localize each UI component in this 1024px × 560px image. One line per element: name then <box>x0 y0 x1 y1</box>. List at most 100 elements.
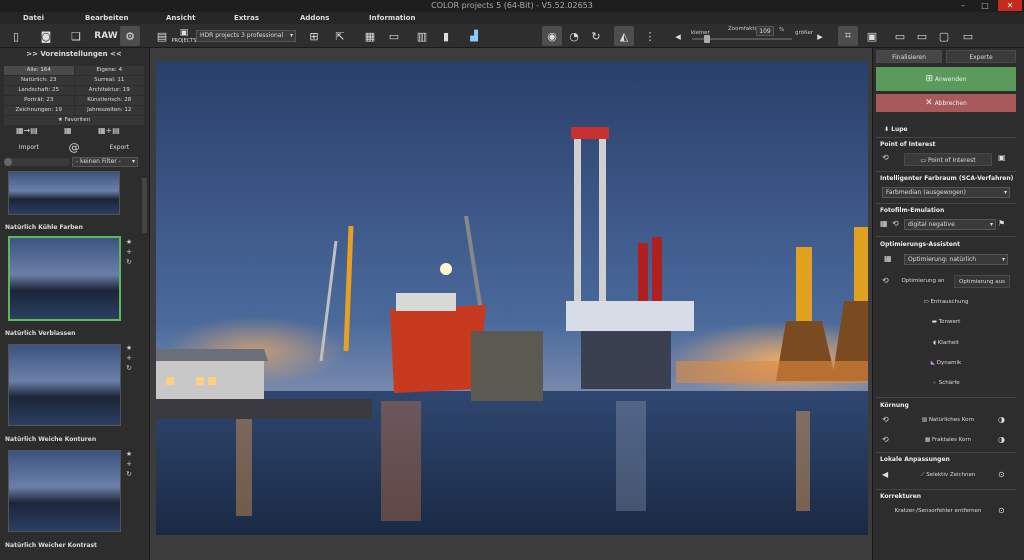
histogram-icon[interactable]: ▟ <box>464 26 484 46</box>
poi-settings-icon[interactable]: ▣ <box>998 153 1006 162</box>
minimize-button[interactable]: – <box>956 0 970 11</box>
filter-dropdown[interactable]: - keinen Filter - ▾ <box>72 157 138 167</box>
film-grid-icon[interactable]: ▦ <box>880 219 888 228</box>
film-toggle-icon[interactable]: ⟲ <box>892 219 899 228</box>
tool-klarheit[interactable]: ◖ Klarheit <box>882 337 1010 350</box>
preset-dropdown[interactable]: HDR projects 3 professional ▾ <box>196 30 296 42</box>
menu-information[interactable]: Information <box>369 12 415 24</box>
tag-surreal[interactable]: Surreal: 11 <box>74 76 144 85</box>
manage-preset-icon[interactable]: ▦ <box>64 126 72 135</box>
apply-button[interactable]: ⊞ Anwenden <box>876 67 1016 91</box>
favorite-star-icon[interactable]: ★ <box>126 344 132 352</box>
tool-schaerfe[interactable]: ⁘ Schärfe <box>882 377 1010 390</box>
menu-addons[interactable]: Addons <box>300 12 329 24</box>
info-icon[interactable]: ▢ <box>934 26 954 46</box>
grain-natural[interactable]: ▨ Natürliches Korn <box>904 414 992 427</box>
tab-experte[interactable]: Experte <box>946 50 1016 63</box>
compare-icon[interactable]: ◭ <box>614 26 634 46</box>
preset-thumb-1[interactable] <box>8 236 121 321</box>
presets-title[interactable]: >> Voreinstellungen << <box>0 50 148 58</box>
preset-search-slider-knob[interactable] <box>4 158 12 166</box>
split-view-icon[interactable]: ⋮ <box>640 26 660 46</box>
opt-off-button[interactable]: Optimierung aus <box>954 275 1010 288</box>
display-icon[interactable]: ▥ <box>412 26 432 46</box>
zoom-in-icon[interactable]: ▸ <box>810 26 830 46</box>
projects-button[interactable]: ▣ PROJECTS <box>172 26 197 46</box>
opt-grid-icon[interactable]: ▦ <box>884 254 892 263</box>
tag-favoriten[interactable]: ★ Favoriten <box>4 116 144 125</box>
tag-portraet[interactable]: Porträt: 23 <box>4 96 74 105</box>
maximize-button[interactable]: □ <box>978 0 992 11</box>
layout-icon[interactable]: ⊞ <box>304 26 324 46</box>
zoom-out-icon[interactable]: ◂ <box>668 26 688 46</box>
export-preset-icon[interactable]: ▦+▤ <box>98 126 120 135</box>
tool-dynamik[interactable]: ◣ Dynamik <box>882 357 1010 370</box>
tag-kuenstlerisch[interactable]: Künstlerisch: 28 <box>74 96 144 105</box>
menu-extras[interactable]: Extras <box>234 12 259 24</box>
favorite-star-icon[interactable]: ★ <box>126 238 132 246</box>
refresh-icon[interactable]: ↻ <box>126 364 132 372</box>
open-image-icon[interactable]: ◙ <box>36 26 56 46</box>
preset-thumb-2[interactable] <box>8 344 121 426</box>
share-icon[interactable]: ▭ <box>384 26 404 46</box>
tag-natuerlich[interactable]: Natürlich: 23 <box>4 76 74 85</box>
panel-right-icon[interactable]: ▭ <box>912 26 932 46</box>
comment-icon[interactable]: ▭ <box>958 26 978 46</box>
add-icon[interactable]: + <box>126 460 132 468</box>
film-flag-icon[interactable]: ⚑ <box>998 219 1005 228</box>
zoom-slider-handle[interactable] <box>704 35 710 43</box>
menu-datei[interactable]: Datei <box>23 12 44 24</box>
menu-ansicht[interactable]: Ansicht <box>166 12 195 24</box>
export-icon[interactable]: ⇱ <box>330 26 350 46</box>
multi-image-icon[interactable]: ❏ <box>66 26 86 46</box>
refresh-icon[interactable]: ↻ <box>126 470 132 478</box>
menu-bearbeiten[interactable]: Bearbeiten <box>85 12 129 24</box>
poi-toggle-icon[interactable]: ⟲ <box>882 153 889 162</box>
tag-jahreszeiten[interactable]: Jahreszeiten: 12 <box>74 106 144 115</box>
email-icon[interactable]: @ <box>69 141 80 154</box>
local-settings-icon[interactable]: ⊙ <box>998 470 1005 479</box>
lupe-header[interactable]: ⬇ Lupe <box>884 126 908 133</box>
film-dropdown[interactable]: digital negative ▾ <box>904 219 996 230</box>
tag-architektur[interactable]: Architektur: 19 <box>74 86 144 95</box>
preset-thumb-3[interactable] <box>8 450 121 532</box>
tag-landschaft[interactable]: Landschaft: 25 <box>4 86 74 95</box>
filmstrip-icon[interactable]: ▮ <box>436 26 456 46</box>
import-button[interactable]: Import <box>19 144 39 151</box>
print-icon[interactable]: ▦ <box>360 26 380 46</box>
preset-thumb-0[interactable] <box>8 171 120 215</box>
tool-tonwert[interactable]: ▬ Tonwert <box>882 316 1010 329</box>
dial-icon[interactable]: ◔ <box>564 26 584 46</box>
preset-search-slider[interactable] <box>4 158 70 166</box>
preset-scrollbar[interactable] <box>142 178 147 233</box>
refresh-icon[interactable]: ↻ <box>126 258 132 266</box>
tag-alle[interactable]: Alle: 164 <box>4 66 74 75</box>
panel-left-icon[interactable]: ▭ <box>890 26 910 46</box>
add-icon[interactable]: + <box>126 354 132 362</box>
opt-dropdown[interactable]: Optimierung: natürlich ▾ <box>904 254 1008 265</box>
grain-toggle-icon[interactable]: ⟲ <box>882 415 889 424</box>
import-preset-icon[interactable]: ▦→▤ <box>16 126 38 135</box>
zoom-factor-input[interactable]: 109 <box>756 26 774 36</box>
local-selective[interactable]: ⟋ Selektiv Zeichnen <box>904 469 992 482</box>
preview-eye-icon[interactable]: ◉ <box>542 26 562 46</box>
opt-toggle-icon[interactable]: ⟲ <box>882 276 889 285</box>
grain-fractal[interactable]: ▩ Fraktales Korn <box>904 434 992 447</box>
save-icon[interactable]: ▤ <box>152 26 172 46</box>
add-icon[interactable]: + <box>126 248 132 256</box>
tab-finalisieren[interactable]: Finalisieren <box>876 50 942 63</box>
close-button[interactable]: ✕ <box>998 0 1022 11</box>
crop-icon[interactable]: ⌗ <box>838 26 858 46</box>
export-button[interactable]: Export <box>109 144 129 151</box>
grain-toggle-icon[interactable]: ⟲ <box>882 435 889 444</box>
local-toggle-icon[interactable]: ◀ <box>882 470 888 479</box>
grain-settings-icon[interactable]: ◑ <box>998 415 1005 424</box>
sca-dropdown[interactable]: Farbmedian (ausgewogen) ▾ <box>882 187 1010 198</box>
poi-button[interactable]: ▭ Point of Interest <box>904 153 992 166</box>
tool-entrauschung[interactable]: ▭ Entrauschung <box>882 296 1010 309</box>
corr-sensor[interactable]: Kratzer-/Sensorfehler entfernen <box>882 505 994 518</box>
grain-settings-icon[interactable]: ◑ <box>998 435 1005 444</box>
tag-zeichnungen[interactable]: Zeichnungen: 19 <box>4 106 74 115</box>
raw-button[interactable]: RAW <box>94 26 117 46</box>
fullscreen-icon[interactable]: ▣ <box>862 26 882 46</box>
